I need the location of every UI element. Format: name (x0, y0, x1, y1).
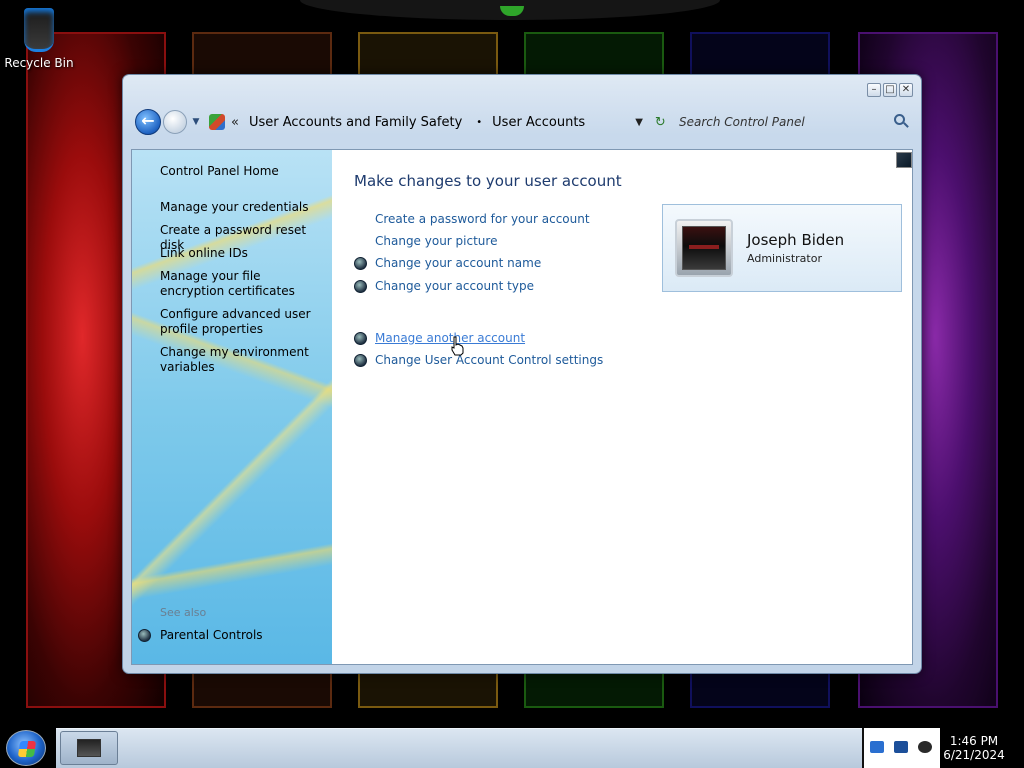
close-button[interactable]: ✕ (899, 83, 913, 97)
avatar (675, 219, 733, 277)
system-tray (862, 728, 940, 768)
breadcrumb-user-accounts[interactable]: User Accounts (492, 115, 585, 130)
user-name: Joseph Biden (747, 231, 845, 249)
manage-credentials-link[interactable]: Manage your credentials (160, 200, 325, 215)
parental-controls-link[interactable]: Parental Controls (138, 628, 263, 642)
shield-icon (354, 279, 367, 293)
taskbar-control-panel-button[interactable] (60, 731, 118, 765)
search-input[interactable]: Search Control Panel (679, 115, 805, 129)
caption-buttons: – □ ✕ (867, 83, 913, 97)
clock[interactable]: 1:46 PM 6/21/2024 (942, 734, 1006, 762)
parental-controls-label: Parental Controls (160, 628, 263, 642)
network-icon[interactable] (870, 741, 884, 753)
hand-cursor-icon (451, 336, 464, 356)
change-picture-link[interactable]: Change your picture (354, 234, 497, 248)
environment-variables-link[interactable]: Change my environment variables (160, 345, 325, 375)
clock-time: 1:46 PM (949, 734, 999, 748)
task-pane: Control Panel Home Manage your credentia… (132, 150, 332, 664)
user-role: Administrator (747, 252, 822, 265)
shield-icon (354, 331, 367, 345)
control-panel-home-link[interactable]: Control Panel Home (160, 164, 325, 179)
shield-icon (354, 256, 367, 270)
action-center-icon[interactable] (894, 741, 908, 753)
recycle-bin-shortcut[interactable]: Recycle Bin (4, 8, 74, 70)
user-info: Joseph Biden Administrator (747, 231, 844, 265)
breadcrumb-user-accounts-family-safety[interactable]: User Accounts and Family Safety (249, 115, 462, 130)
recent-pages-dropdown[interactable]: ▼ (189, 117, 203, 127)
page-title: Make changes to your user account (354, 172, 622, 190)
monitor-icon (77, 739, 101, 757)
control-panel-icon (209, 114, 225, 130)
search-box[interactable]: Search Control Panel (669, 109, 913, 135)
user-account-card: Joseph Biden Administrator (662, 204, 902, 292)
create-password-label: Create a password for your account (375, 212, 590, 226)
change-account-name-link[interactable]: Change your account name (354, 256, 541, 270)
create-password-link[interactable]: Create a password for your account (354, 212, 590, 226)
uac-settings-link[interactable]: Change User Account Control settings (354, 353, 603, 367)
taskbar: 1:46 PM 6/21/2024 (0, 728, 1024, 768)
search-icon[interactable] (894, 114, 905, 125)
main-panel: Make changes to your user account Create… (332, 150, 912, 664)
clock-date: 6/21/2024 (943, 748, 1005, 762)
recycle-bin-icon (24, 8, 54, 52)
change-picture-label: Change your picture (375, 234, 498, 248)
forward-button[interactable] (163, 110, 187, 134)
uac-settings-label: Change User Account Control settings (375, 353, 604, 367)
link-online-ids-link[interactable]: Link online IDs (160, 246, 325, 261)
file-encryption-certificates-link[interactable]: Manage your file encryption certificates (160, 269, 325, 299)
control-panel-window: – □ ✕ ← ▼ « User Accounts and Family Saf… (122, 74, 922, 674)
user-picture (682, 226, 726, 270)
content-area: Control Panel Home Manage your credentia… (131, 149, 913, 665)
change-account-type-label: Change your account type (375, 279, 534, 293)
arrow-left-icon: ← (141, 111, 155, 130)
refresh-icon[interactable]: ↻ (655, 115, 666, 130)
shield-icon (138, 628, 151, 642)
manage-another-account-link[interactable]: Manage another account (354, 331, 525, 345)
breadcrumb-separator[interactable]: • (476, 117, 482, 128)
change-account-type-link[interactable]: Change your account type (354, 279, 534, 293)
see-also-heading: See also (160, 606, 207, 619)
navigation-bar: ← ▼ « User Accounts and Family Safety • … (135, 105, 915, 139)
back-button[interactable]: ← (135, 109, 161, 135)
address-overflow-chevron[interactable]: « (231, 115, 239, 130)
taskbar-strip (56, 728, 862, 768)
volume-icon[interactable] (918, 741, 932, 753)
minimize-button[interactable]: – (867, 83, 881, 97)
address-dropdown-icon[interactable]: ▼ (635, 117, 643, 128)
maximize-button[interactable]: □ (883, 83, 897, 97)
recycle-bin-label: Recycle Bin (4, 56, 74, 70)
advanced-profile-properties-link[interactable]: Configure advanced user profile properti… (160, 307, 325, 337)
change-account-name-label: Change your account name (375, 256, 542, 270)
start-button[interactable] (6, 730, 46, 766)
help-icon[interactable] (896, 152, 912, 168)
shield-icon (354, 353, 367, 367)
